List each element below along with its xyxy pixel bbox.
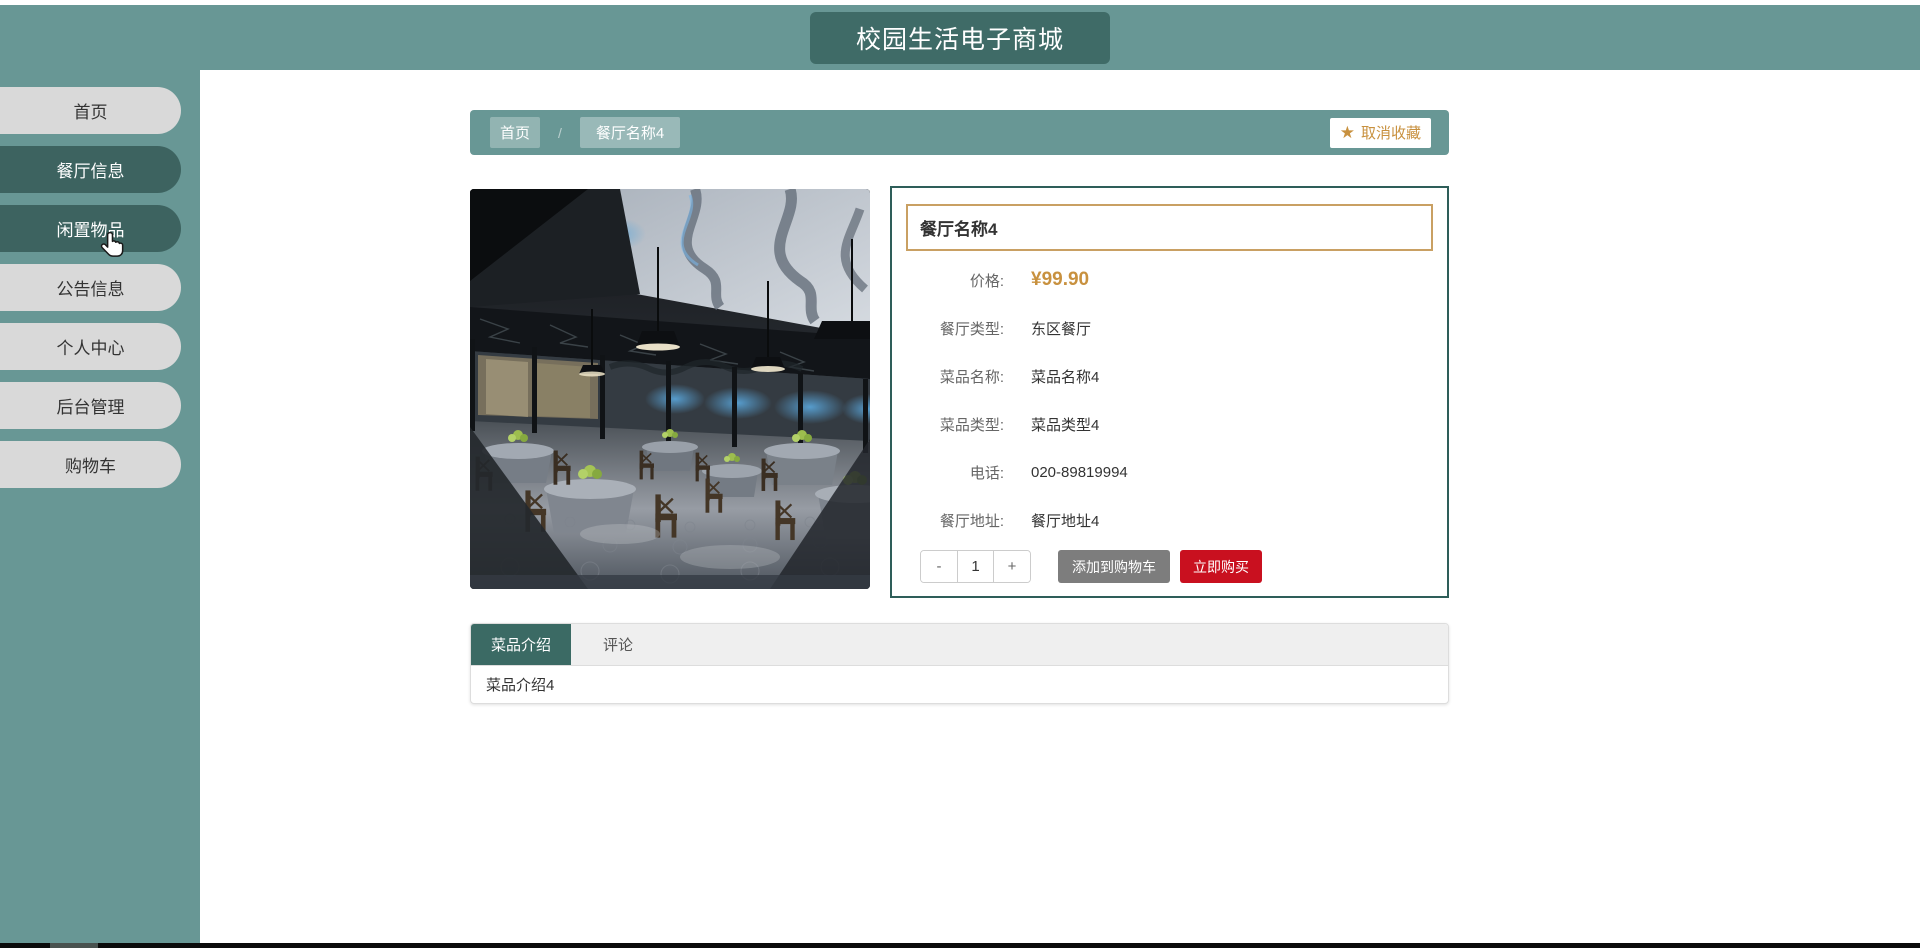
tab-content: 菜品介绍4 [471,666,1448,703]
breadcrumb-item[interactable]: 首页 [490,117,541,148]
page-container: 首页 / 餐厅名称4 ★ 取消收藏 餐厅名称4 价格: ¥99.90 餐厅类型:… [470,70,1449,943]
tabs-card: 菜品介绍 评论 菜品介绍4 [470,623,1449,704]
sidebar-item-admin[interactable]: 后台管理 [0,382,181,429]
product-field-row: 价格: ¥99.90 [892,256,1447,304]
price-value: ¥99.90 [1031,269,1090,290]
breadcrumb-items: 首页 / 餐厅名称4 [490,117,681,148]
field-value: 餐厅地址4 [1031,512,1100,530]
sidebar-nav: 首页餐厅信息闲置物品公告信息个人中心后台管理购物车 [0,70,200,488]
star-icon: ★ [1339,123,1355,142]
sidebar-item-restaurant-info[interactable]: 餐厅信息 [0,146,181,193]
unfavorite-button[interactable]: ★ 取消收藏 [1329,117,1431,148]
sidebar-item-label: 餐厅信息 [56,162,125,181]
sidebar-item-label: 个人中心 [56,339,125,358]
breadcrumb: 首页 / 餐厅名称4 ★ 取消收藏 [470,110,1449,155]
sidebar-item-idle-items[interactable]: 闲置物品 [0,205,181,252]
field-label: 菜品类型: [939,416,1004,434]
product-fields: 价格: ¥99.90 餐厅类型: 东区餐厅菜品名称: 菜品名称4 菜品类型: 菜品类型4 电话… [892,256,1447,544]
field-value: 020-89819994 [1031,463,1128,481]
app-title: 校园生活电子商城 [855,26,1064,54]
main-content: 首页 / 餐厅名称4 ★ 取消收藏 餐厅名称4 价格: ¥99.90 餐厅类型:… [200,70,1920,943]
product-field-row: 餐厅地址: 餐厅地址4 [892,496,1447,544]
sidebar-item-announcements[interactable]: 公告信息 [0,264,181,311]
product-title: 餐厅名称4 [920,220,998,239]
add-to-cart-button[interactable]: 添加到购物车 [1058,550,1170,583]
field-label: 餐厅类型: [939,320,1004,338]
sidebar-item-personal-center[interactable]: 个人中心 [0,323,181,370]
tab-bar: 菜品介绍 评论 [471,624,1448,666]
quantity-increase-button[interactable]: + [994,551,1030,582]
tab-content-text: 菜品介绍4 [486,677,555,694]
product-field-row: 电话: 020-89819994 [892,448,1447,496]
sidebar-item-label: 公告信息 [56,280,125,299]
field-value: 菜品名称4 [1031,368,1100,386]
field-value: 菜品类型4 [1031,416,1100,434]
buy-now-button[interactable]: 立即购买 [1180,550,1262,583]
field-label: 餐厅地址: [939,512,1004,530]
breadcrumb-item[interactable]: 餐厅名称4 [579,117,681,148]
product-image [470,189,870,589]
field-label: 菜品名称: [939,368,1004,386]
product-field-row: 菜品类型: 菜品类型4 [892,400,1447,448]
sidebar: 首页餐厅信息闲置物品公告信息个人中心后台管理购物车 [0,70,200,943]
field-label: 价格: [969,272,1004,290]
unfavorite-label: 取消收藏 [1360,125,1421,142]
field-label: 电话: [969,464,1004,482]
quantity-value[interactable]: 1 [957,551,994,582]
quantity-decrease-button[interactable]: - [921,551,957,582]
quantity-stepper: - 1 + [920,550,1031,583]
field-value: 东区餐厅 [1031,320,1092,338]
product-panel: 餐厅名称4 价格: ¥99.90 餐厅类型: 东区餐厅 菜品名称: 菜品名称4 菜品类型: 菜… [890,186,1449,598]
product-field-row: 餐厅类型: 东区餐厅 [892,304,1447,352]
breadcrumb-separator: / [558,124,562,141]
sidebar-item-label: 首页 [73,103,108,122]
tab-dish-intro[interactable]: 菜品介绍 [471,624,572,665]
product-actions: - 1 + 添加到购物车 立即购买 [920,550,1447,583]
app-header: 校园生活电子商城 [0,5,1920,70]
tab-comments[interactable]: 评论 [571,624,665,665]
product-title-box: 餐厅名称4 [906,204,1433,251]
product-field-row: 菜品名称: 菜品名称4 [892,352,1447,400]
app-title-box: 校园生活电子商城 [810,12,1110,64]
scrollbar-thumb[interactable] [50,943,98,948]
sidebar-item-home[interactable]: 首页 [0,87,181,134]
sidebar-item-label: 闲置物品 [56,221,125,240]
sidebar-item-label: 后台管理 [56,398,125,417]
bottom-bar [0,943,1920,948]
sidebar-item-label: 购物车 [65,457,116,476]
sidebar-item-cart[interactable]: 购物车 [0,441,181,488]
